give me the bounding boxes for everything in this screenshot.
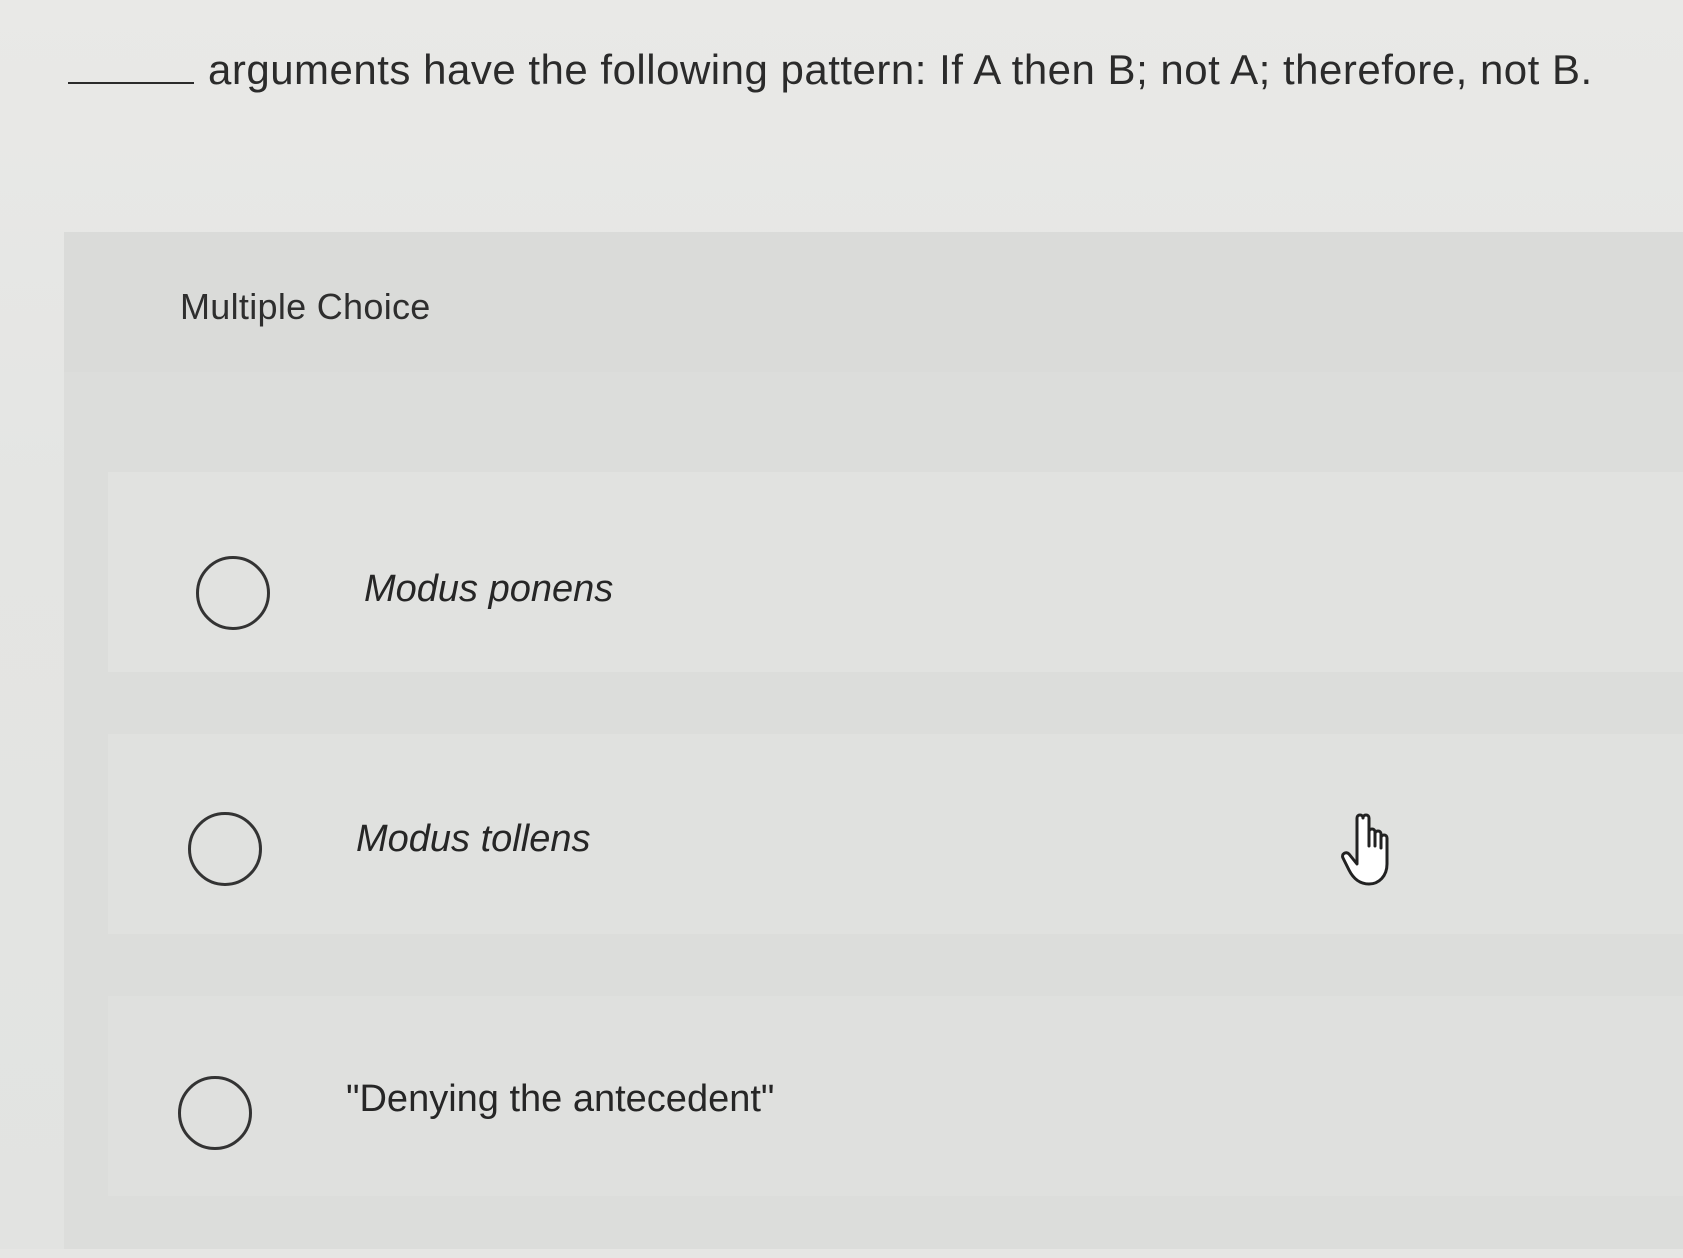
multiple-choice-panel: Multiple Choice Modus ponens Modus tolle… <box>64 232 1683 1249</box>
option-label: Modus tollens <box>356 818 591 860</box>
option-modus-ponens[interactable]: Modus ponens <box>108 472 1683 672</box>
question-text: arguments have the following pattern: If… <box>208 46 1593 93</box>
radio-button-modus-tollens[interactable] <box>188 812 262 886</box>
option-label: Modus ponens <box>364 568 614 610</box>
option-label: "Denying the antecedent" <box>346 1078 775 1120</box>
radio-button-modus-ponens[interactable] <box>196 556 270 630</box>
page: arguments have the following pattern: If… <box>0 0 1683 1249</box>
radio-button-denying-the-antecedent[interactable] <box>178 1076 252 1150</box>
multiple-choice-title: Multiple Choice <box>180 286 431 327</box>
multiple-choice-header: Multiple Choice <box>64 232 1683 372</box>
answer-options: Modus ponens Modus tollens "Denying the … <box>108 472 1683 1258</box>
question-prompt: arguments have the following pattern: If… <box>68 40 1648 100</box>
hand-pointer-icon <box>1341 813 1389 886</box>
option-modus-tollens[interactable]: Modus tollens <box>108 734 1683 934</box>
answer-blank <box>68 46 194 84</box>
option-denying-the-antecedent[interactable]: "Denying the antecedent" <box>108 996 1683 1196</box>
